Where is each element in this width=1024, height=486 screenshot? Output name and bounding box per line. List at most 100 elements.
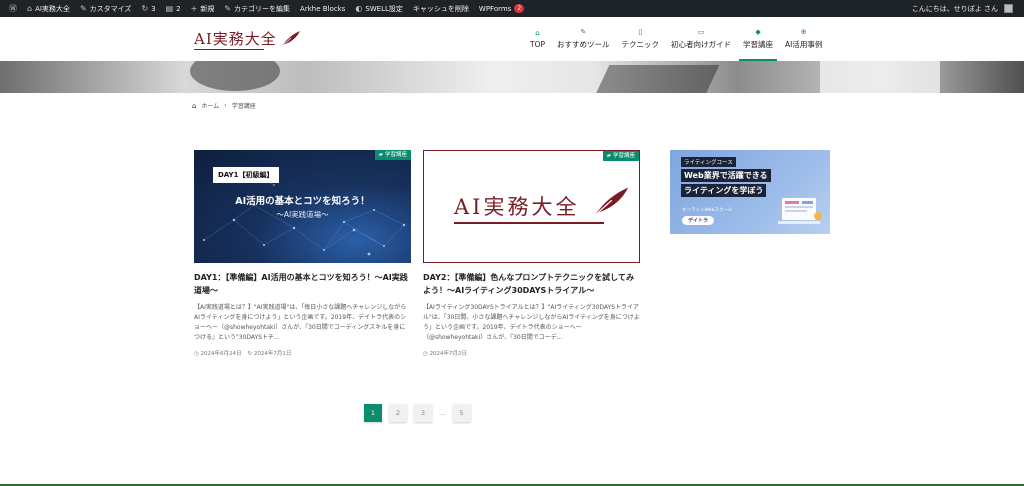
breadcrumb-current: 学習講座 xyxy=(231,103,256,110)
swell-settings-link[interactable]: ◐ SWELL設定 xyxy=(350,0,408,17)
breadcrumb: ⌂ ホーム › 学習講座 xyxy=(192,101,256,111)
global-nav: ⌂ TOP ✎ おすすめツール ▯ テクニック ▭ 初心者向けガイド ◆ 学習講… xyxy=(524,17,828,61)
brush-icon: ✎ xyxy=(79,3,87,13)
updates-count: 3 xyxy=(151,4,156,13)
folder-icon: ▰ xyxy=(606,153,611,159)
post-card[interactable]: AI実務大全 ▰ 学習講座 DAY2：【準備編】色んなプロンプトテクニックを試して… xyxy=(423,150,640,357)
thumbnail-tag: DAY1【初級編】 xyxy=(213,167,279,183)
post-title[interactable]: DAY1：【準備編】AI活用の基本とコツを知ろう！〜AI実践道場〜 xyxy=(194,271,411,297)
logo-underline xyxy=(194,49,264,50)
post-excerpt: 【AIライティング30DAYSトライアルとは？】"AIライティング30DAYSト… xyxy=(423,304,640,341)
published-date-text: 2024年7月2日 xyxy=(429,351,468,357)
customize-link[interactable]: ✎ カスタマイズ xyxy=(75,0,137,17)
quill-icon xyxy=(280,30,300,47)
comments-count: 2 xyxy=(176,4,181,13)
graduation-cap-icon: ◆ xyxy=(755,28,761,36)
swell-settings-label: SWELL設定 xyxy=(365,4,403,13)
home-icon: ⌂ xyxy=(192,101,197,110)
category-badge[interactable]: ▰ 学習講座 xyxy=(602,151,639,161)
page-1-button[interactable]: 1 xyxy=(364,404,382,422)
hero-image xyxy=(0,61,1024,93)
admin-bar: Ⓦ ⌂ AI実務大全 ✎ カスタマイズ ↻ 3 ▤ 2 + 新規 ✎ カテゴリーを編集 Ar… xyxy=(0,0,1024,17)
thumbnail-heading: AI活用の基本とコツを知ろう！ xyxy=(235,196,370,207)
home-icon: ⌂ xyxy=(27,3,33,13)
post-title[interactable]: DAY2：【準備編】色んなプロンプトテクニックを試してみよう！〜AIライティング… xyxy=(423,271,640,297)
category-label: 学習講座 xyxy=(384,152,407,158)
plus-icon: + xyxy=(190,3,198,13)
page-last-button[interactable]: 5 xyxy=(452,404,471,422)
nav-label-cases: AI活用事例 xyxy=(785,40,823,49)
nav-label-top: TOP xyxy=(530,40,546,49)
wordpress-icon: Ⓦ xyxy=(9,3,17,13)
nav-item-top[interactable]: ⌂ TOP xyxy=(524,17,551,61)
edit-category-link[interactable]: ✎ カテゴリーを編集 xyxy=(219,0,295,17)
user-account-menu[interactable]: こんにちは、せりぽよ さん xyxy=(907,0,1018,17)
banner-headline-2: ライティングを学ぼう xyxy=(681,184,767,197)
search-icon: ⊕ xyxy=(800,28,807,36)
banner-brand: デイトラ xyxy=(682,216,715,225)
chevron-right-icon: › xyxy=(224,102,227,109)
nav-label-courses: 学習講座 xyxy=(743,40,774,49)
post-card[interactable]: DAY1【初級編】 AI活用の基本とコツを知ろう！ 〜AI実践道場〜 ▰ 学習講座… xyxy=(194,150,411,357)
nav-item-technique[interactable]: ▯ テクニック xyxy=(616,17,666,61)
updates-link[interactable]: ↻ 3 xyxy=(136,0,160,17)
updated-date: ↻ 2024年7月1日 xyxy=(248,349,292,357)
bookmark-icon: ▯ xyxy=(638,28,643,36)
wordpress-menu[interactable]: Ⓦ xyxy=(4,0,22,17)
page-2-button[interactable]: 2 xyxy=(389,404,407,422)
banner-caption: オンラインWebスクール xyxy=(682,208,733,213)
star-icon: ✎ xyxy=(580,28,587,36)
wpforms-link[interactable]: WPForms 2 xyxy=(474,0,529,17)
site-name-label: AI実務大全 xyxy=(35,4,70,13)
home-icon: ⌂ xyxy=(535,29,540,37)
category-label: 学習講座 xyxy=(612,153,635,159)
post-excerpt: 【AI実践道場とは？】"AI実践道場"は、「毎日小さな課題へチャレンジしながらA… xyxy=(194,304,407,341)
breadcrumb-home[interactable]: ホーム xyxy=(201,101,219,110)
published-date-text: 2024年6月24日 xyxy=(200,351,242,357)
wpforms-badge: 2 xyxy=(514,4,525,13)
nav-label-technique: テクニック xyxy=(621,40,660,49)
updated-date-text: 2024年7月1日 xyxy=(253,351,292,357)
quill-icon xyxy=(593,187,629,218)
post-thumbnail[interactable]: AI実務大全 ▰ 学習講座 xyxy=(423,150,640,263)
nav-label-tools: おすすめツール xyxy=(557,40,610,49)
new-content-link[interactable]: + 新規 xyxy=(186,0,220,17)
comment-icon: ▤ xyxy=(165,3,174,13)
published-date: ◷ 2024年6月24日 xyxy=(194,349,242,357)
post-thumbnail[interactable]: DAY1【初級編】 AI活用の基本とコツを知ろう！ 〜AI実践道場〜 ▰ 学習講座 xyxy=(194,150,411,263)
nav-item-cases[interactable]: ⊕ AI活用事例 xyxy=(779,17,828,61)
pagination: 1 2 3 … 5 xyxy=(364,404,471,422)
nav-item-beginner[interactable]: ▭ 初心者向けガイド xyxy=(665,17,737,61)
banner-tag: ライティングコース xyxy=(681,157,736,167)
thumbnail-subheading: 〜AI実践道場〜 xyxy=(276,210,329,219)
clear-cache-link[interactable]: キャッシュを削除 xyxy=(408,0,474,17)
avatar xyxy=(1004,4,1013,13)
thumbnail-logo-text: AI実務大全 xyxy=(454,195,580,219)
greeting-text: こんにちは、せりぽよ さん xyxy=(911,4,998,13)
arkhe-blocks-link[interactable]: Arkhe Blocks xyxy=(295,0,350,17)
comments-link[interactable]: ▤ 2 xyxy=(161,0,186,17)
customize-label: カスタマイズ xyxy=(89,4,132,13)
laptop-illustration xyxy=(778,198,822,224)
page-3-button[interactable]: 3 xyxy=(414,404,432,422)
logo-underline xyxy=(454,222,604,224)
post-meta: ◷ 2024年6月24日 ↻ 2024年7月1日 xyxy=(194,349,411,357)
site-header: AI実務大全 ⌂ TOP ✎ おすすめツール ▯ テクニック ▭ 初心者向けガイ… xyxy=(0,17,1024,61)
category-badge[interactable]: ▰ 学習講座 xyxy=(374,150,411,160)
nav-item-tools[interactable]: ✎ おすすめツール xyxy=(551,17,616,61)
wpforms-label: WPForms xyxy=(478,4,512,13)
clear-cache-label: キャッシュを削除 xyxy=(412,4,469,13)
nav-label-beginner: 初心者向けガイド xyxy=(671,40,732,49)
book-icon: ▭ xyxy=(697,28,705,36)
folder-icon: ▰ xyxy=(378,152,383,158)
logo-text: AI実務大全 xyxy=(194,30,277,48)
swell-icon: ◐ xyxy=(355,3,363,13)
published-date: ◷ 2024年7月2日 xyxy=(423,349,467,357)
new-content-label: 新規 xyxy=(200,4,215,13)
site-logo[interactable]: AI実務大全 xyxy=(194,28,301,50)
nav-item-courses[interactable]: ◆ 学習講座 xyxy=(737,17,779,61)
refresh-icon: ↻ xyxy=(141,3,149,13)
site-name-link[interactable]: ⌂ AI実務大全 xyxy=(22,0,75,17)
edit-category-label: カテゴリーを編集 xyxy=(234,4,291,13)
sidebar-ad-banner[interactable]: ライティングコース Web業界で活躍できる ライティングを学ぼう オンラインWe… xyxy=(670,150,830,234)
